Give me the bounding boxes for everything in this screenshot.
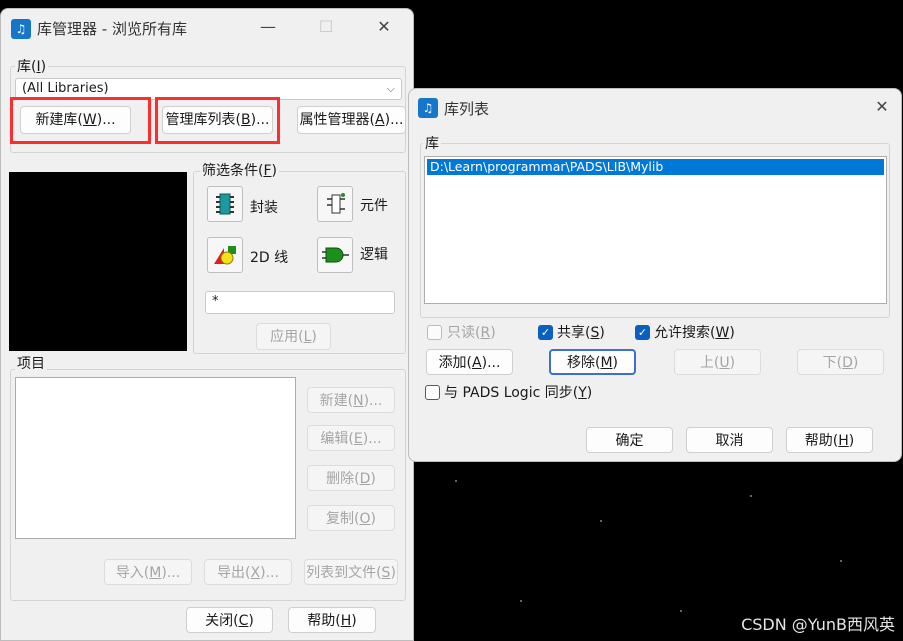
close-button[interactable]: ✕ <box>867 97 897 116</box>
library-app-icon: ♫ <box>418 98 438 118</box>
apply-button[interactable]: 应用(L) <box>256 323 331 350</box>
background-speck <box>520 600 522 602</box>
move-up-button[interactable]: 上(U) <box>674 349 761 375</box>
export-button[interactable]: 导出(X)... <box>204 559 292 585</box>
shared-checkbox[interactable]: ✓ <box>538 325 553 340</box>
help-button[interactable]: 帮助(H) <box>786 427 873 453</box>
shared-label: 共享(S) <box>557 325 605 341</box>
decal-filter-button[interactable] <box>207 186 243 222</box>
ok-button[interactable]: 确定 <box>586 427 673 453</box>
library-list-dialog: ♫ 库列表 ✕ 库 D:\Learn\programmar\PADS\LIB\M… <box>408 88 902 462</box>
allow-search-checkbox[interactable]: ✓ <box>635 325 650 340</box>
part-icon <box>327 193 345 214</box>
delete-item-button[interactable]: 删除(D) <box>307 465 395 491</box>
part-filter-button[interactable] <box>317 186 353 222</box>
close-dialog-button[interactable]: 关闭(C) <box>186 607 273 633</box>
chevron-down-icon: ⌵ <box>386 82 395 95</box>
import-button[interactable]: 导入(M)... <box>104 559 192 585</box>
line-2d-icon <box>214 246 236 265</box>
decal-icon <box>216 193 234 215</box>
logic-filter-button[interactable] <box>317 237 353 273</box>
dialog-title: 库列表 <box>444 100 490 118</box>
items-group-label: 项目 <box>15 353 47 373</box>
allow-search-label: 允许搜索(W) <box>654 325 735 341</box>
manage-library-list-button[interactable]: 管理库列表(B)... <box>162 106 273 134</box>
background-speck <box>455 480 457 482</box>
sync-pads-logic-label: 与 PADS Logic 同步(Y) <box>444 385 593 401</box>
list-item[interactable]: D:\Learn\programmar\PADS\LIB\Mylib <box>427 159 884 175</box>
library-select-value: (All Libraries) <box>22 81 109 96</box>
library-app-icon: ♫ <box>11 19 31 39</box>
logic-gate-icon <box>322 247 349 263</box>
background-speck <box>680 610 682 612</box>
close-button[interactable]: ✕ <box>369 17 399 36</box>
readonly-checkbox[interactable] <box>427 325 442 340</box>
background-speck <box>600 520 602 522</box>
library-group-label: 库 <box>423 133 441 153</box>
remove-button[interactable]: 移除(M) <box>549 349 636 375</box>
library-group-label: 库(I) <box>15 56 49 76</box>
readonly-label: 只读(R) <box>447 325 496 341</box>
logic-filter-label: 逻辑 <box>360 247 388 263</box>
filter-pattern-input[interactable]: * <box>205 291 395 314</box>
list-to-file-button[interactable]: 列表到文件(S) <box>304 559 398 585</box>
line2d-filter-label: 2D 线 <box>250 250 289 266</box>
part-filter-label: 元件 <box>360 198 388 214</box>
watermark: CSDN @YunB西风英 <box>741 615 895 634</box>
sync-pads-logic-checkbox[interactable] <box>425 385 440 400</box>
preview-area <box>9 172 187 351</box>
background-speck <box>750 495 752 497</box>
items-listbox[interactable] <box>15 377 296 539</box>
cancel-button[interactable]: 取消 <box>686 427 773 453</box>
library-manager-window: ♫ 库管理器 - 浏览所有库 — ☐ ✕ 库(I) (All Libraries… <box>0 8 414 641</box>
window-title: 库管理器 - 浏览所有库 <box>37 20 187 38</box>
line2d-filter-button[interactable] <box>207 237 243 273</box>
filter-group-label: 筛选条件(F) <box>200 160 279 180</box>
move-down-button[interactable]: 下(D) <box>797 349 884 375</box>
edit-item-button[interactable]: 编辑(E)... <box>307 425 395 451</box>
new-item-button[interactable]: 新建(N)... <box>307 387 395 413</box>
decal-filter-label: 封装 <box>250 200 278 216</box>
copy-item-button[interactable]: 复制(O) <box>307 505 395 531</box>
minimize-button[interactable]: — <box>253 17 283 36</box>
help-button[interactable]: 帮助(H) <box>288 607 376 633</box>
attribute-manager-button[interactable]: 属性管理器(A)... <box>297 106 406 134</box>
background-speck <box>840 560 842 562</box>
maximize-button[interactable]: ☐ <box>311 17 341 36</box>
library-path-listbox[interactable]: D:\Learn\programmar\PADS\LIB\Mylib <box>424 156 887 304</box>
title-bar: ♫ 库管理器 - 浏览所有库 — ☐ ✕ <box>1 9 413 47</box>
add-button[interactable]: 添加(A)... <box>426 349 513 375</box>
new-library-button[interactable]: 新建库(W)... <box>20 106 131 134</box>
